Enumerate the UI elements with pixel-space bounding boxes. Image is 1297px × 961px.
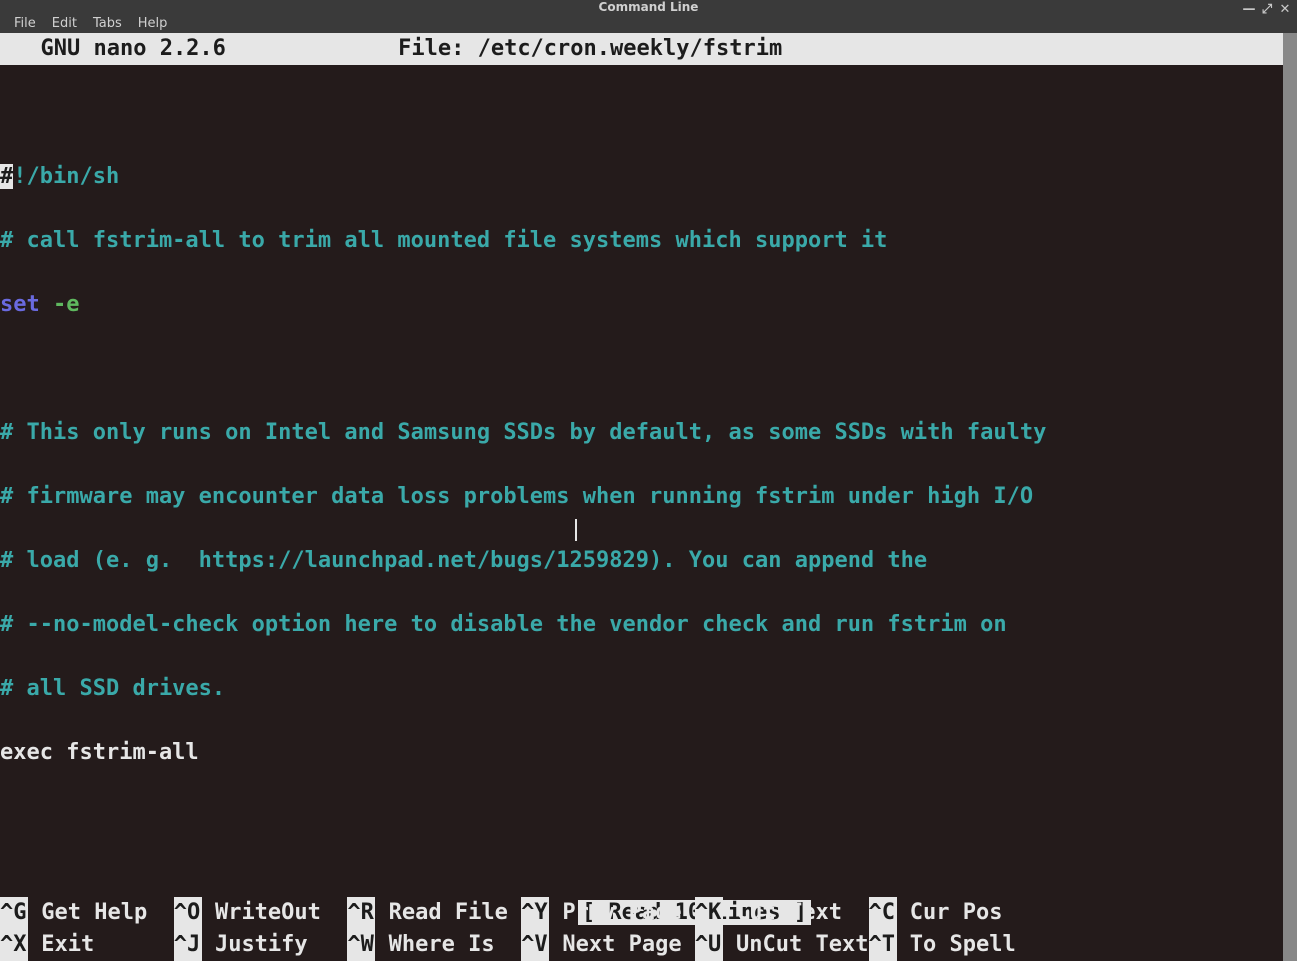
close-icon[interactable]: ✕ [1277, 0, 1293, 20]
terminal[interactable]: GNU nano 2.2.6 File: /etc/cron.weekly/fs… [0, 33, 1283, 961]
menu-tabs[interactable]: Tabs [85, 14, 130, 33]
editor-line: #!/bin/sh [0, 161, 1283, 193]
editor-line [0, 353, 1283, 385]
editor-line: # call fstrim-all to trim all mounted fi… [0, 225, 1283, 257]
terminal-window: Command Line — ⤢ ✕ File Edit Tabs Help G… [0, 0, 1297, 821]
shortcut-next-page[interactable]: ^V Next Page [521, 929, 695, 961]
shortcut-where-is[interactable]: ^W Where Is [347, 929, 521, 961]
shortcut-row: ^X Exit ^J Justify ^W Where Is ^V Next P… [0, 929, 1283, 961]
shortcut-cur-pos[interactable]: ^C Cur Pos [869, 897, 1003, 929]
scrollbar[interactable] [1283, 33, 1297, 961]
window-title: Command Line [599, 0, 699, 14]
maximize-icon[interactable]: ⤢ [1259, 0, 1275, 20]
shortcut-cut-text[interactable]: ^K Cut Text [695, 897, 869, 929]
editor-line: # --no-model-check option here to disabl… [0, 609, 1283, 641]
shortcut-prev-page[interactable]: ^Y Prev Page [521, 897, 695, 929]
cursor-cell: # [0, 164, 13, 189]
editor-line: exec fstrim-all [0, 737, 1283, 769]
window-controls: — ⤢ ✕ [1241, 0, 1293, 20]
menu-help[interactable]: Help [130, 14, 176, 33]
editor-line: # This only runs on Intel and Samsung SS… [0, 417, 1283, 449]
menu-edit[interactable]: Edit [44, 14, 85, 33]
nano-version: GNU nano 2.2.6 [14, 33, 226, 65]
shortcut-exit[interactable]: ^X Exit [0, 929, 174, 961]
shortcut-row: ^G Get Help ^O WriteOut ^R Read File ^Y … [0, 897, 1283, 929]
editor-body[interactable]: #!/bin/sh # call fstrim-all to trim all … [0, 65, 1283, 865]
shortcut-to-spell[interactable]: ^T To Spell [869, 929, 1016, 961]
nano-status-line: [ Read 10 lines ] [0, 865, 1283, 897]
editor-line: # firmware may encounter data loss probl… [0, 481, 1283, 513]
minimize-icon[interactable]: — [1241, 0, 1257, 20]
text-cursor-icon [575, 519, 577, 541]
menu-file[interactable]: File [6, 14, 44, 33]
shortcut-justify[interactable]: ^J Justify [174, 929, 348, 961]
editor-line [0, 97, 1283, 129]
nano-file-label: File: /etc/cron.weekly/fstrim [398, 33, 782, 65]
shortcut-read-file[interactable]: ^R Read File [347, 897, 521, 929]
nano-shortcuts: ^G Get Help ^O WriteOut ^R Read File ^Y … [0, 897, 1283, 961]
terminal-wrap: GNU nano 2.2.6 File: /etc/cron.weekly/fs… [0, 33, 1297, 961]
nano-header: GNU nano 2.2.6 File: /etc/cron.weekly/fs… [0, 33, 1283, 65]
editor-line: # all SSD drives. [0, 673, 1283, 705]
shortcut-writeout[interactable]: ^O WriteOut [174, 897, 348, 929]
menubar: File Edit Tabs Help [0, 14, 1297, 33]
editor-line: # load (e. g. https://launchpad.net/bugs… [0, 545, 1283, 577]
scrollbar-thumb[interactable] [1283, 33, 1297, 961]
shortcut-get-help[interactable]: ^G Get Help [0, 897, 174, 929]
editor-line: set -e [0, 289, 1283, 321]
window-titlebar: Command Line — ⤢ ✕ [0, 0, 1297, 14]
shortcut-uncut-text[interactable]: ^U UnCut Text [695, 929, 869, 961]
